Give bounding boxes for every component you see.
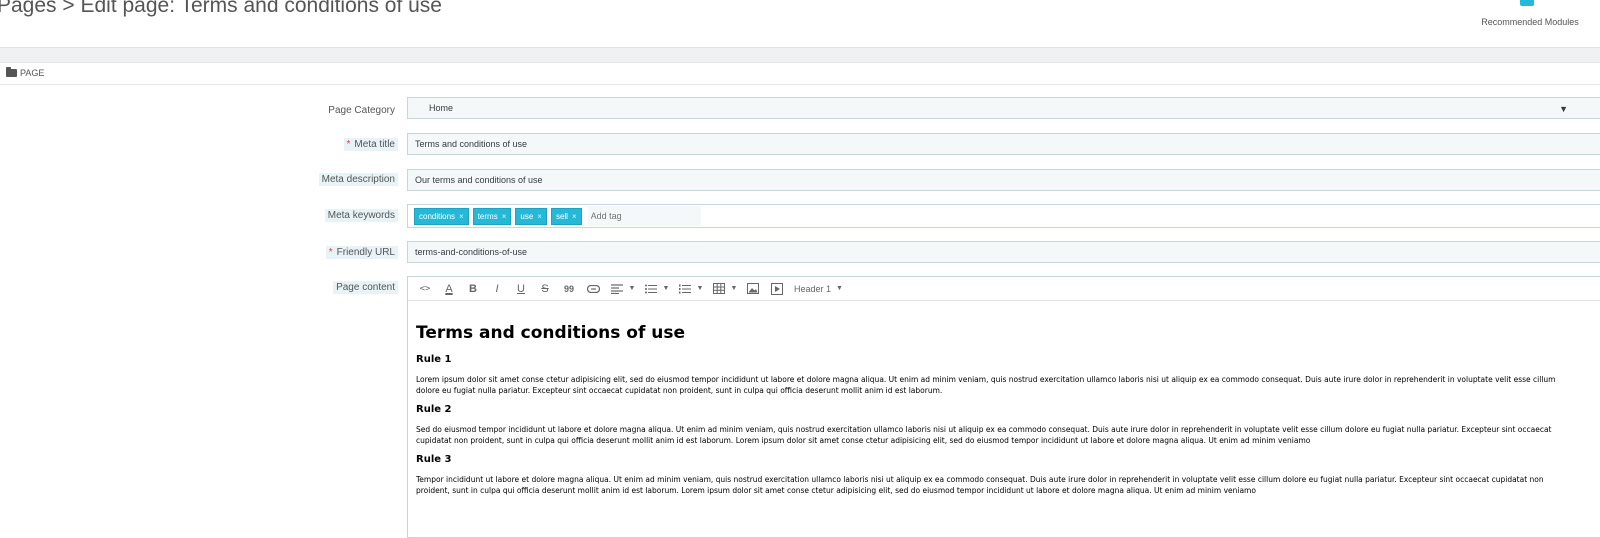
video-icon[interactable] (768, 280, 786, 298)
image-icon[interactable] (744, 280, 762, 298)
meta-description-input[interactable]: Our terms and conditions of use (407, 169, 1600, 191)
table-dropdown-icon[interactable]: ▼ (730, 280, 738, 298)
keyword-tag[interactable]: sell × (550, 207, 582, 225)
table-icon[interactable] (710, 280, 728, 298)
underline-icon[interactable]: U (512, 280, 530, 298)
numbered-list-dropdown-icon[interactable]: ▼ (696, 280, 704, 298)
folder-icon (6, 67, 17, 77)
puzzle-icon (1520, 0, 1534, 6)
link-icon[interactable] (584, 280, 602, 298)
keyword-tag-text: terms (477, 211, 498, 221)
rule-heading: Rule 2 (416, 404, 452, 415)
meta-title-label: * Meta title (343, 138, 398, 151)
keyword-tag[interactable]: conditions × (414, 207, 469, 225)
page-category-select[interactable]: Home ▼ (407, 97, 1600, 119)
panel-heading-label: PAGE (20, 68, 45, 78)
content-title: Terms and conditions of use (416, 323, 686, 343)
strikethrough-icon[interactable]: S (536, 280, 554, 298)
meta-title-value: Terms and conditions of use (415, 139, 528, 149)
meta-title-input[interactable]: Terms and conditions of use (407, 133, 1600, 155)
keyword-tag-text: conditions (419, 211, 456, 221)
friendly-url-value: terms-and-conditions-of-use (415, 247, 528, 257)
heading-select-value: Header 1 (794, 283, 832, 294)
page-content-label: Page content (333, 281, 398, 294)
meta-title-label-text: Meta title (354, 139, 395, 150)
required-marker: * (328, 247, 333, 258)
editor-toolbar: <> A B I U S 99 ▼ ▼ ▼ ▼ Header 1 ▼ (408, 277, 1600, 301)
chevron-down-icon: ▼ (1559, 104, 1568, 114)
remove-tag-icon[interactable]: × (459, 212, 464, 221)
meta-keywords-label: Meta keywords (324, 209, 398, 222)
align-dropdown-icon[interactable]: ▼ (628, 280, 636, 298)
panel-divider (0, 84, 1600, 85)
heading-select[interactable]: Header 1 ▼ (794, 280, 843, 298)
rule-text: Sed do eiusmod tempor incididunt ut labo… (416, 425, 1552, 445)
rule-heading: Rule 3 (416, 454, 452, 465)
font-color-icon[interactable]: A (440, 280, 458, 298)
friendly-url-label: * Friendly URL (325, 246, 398, 259)
meta-keywords-field[interactable]: conditions × terms × use × sell × (407, 204, 1600, 228)
align-icon[interactable] (608, 280, 626, 298)
add-tag-input[interactable] (590, 211, 691, 221)
rich-text-editor[interactable]: <> A B I U S 99 ▼ ▼ ▼ ▼ Header 1 ▼ Terms… (407, 276, 1600, 538)
friendly-url-input[interactable]: terms-and-conditions-of-use (407, 241, 1600, 263)
numbered-list-icon[interactable] (676, 280, 694, 298)
bullet-list-dropdown-icon[interactable]: ▼ (662, 280, 670, 298)
add-tag-wrap (587, 206, 701, 226)
meta-description-label: Meta description (318, 173, 398, 186)
required-marker: * (346, 139, 351, 150)
keyword-tag[interactable]: terms × (472, 207, 512, 225)
meta-description-value: Our terms and conditions of use (415, 175, 543, 185)
bullet-list-icon[interactable] (642, 280, 660, 298)
keyword-tag-text: use (520, 211, 534, 221)
page-category-value: Home (429, 103, 454, 113)
editor-content[interactable]: Terms and conditions of use Rule 1 Lorem… (408, 301, 1600, 496)
remove-tag-icon[interactable]: × (572, 212, 577, 221)
recommended-modules-label: Recommended Modules (1481, 17, 1579, 27)
italic-icon[interactable]: I (488, 280, 506, 298)
rule-text: Lorem ipsum dolor sit amet conse ctetur … (416, 375, 1556, 395)
toolbar-band (0, 47, 1600, 63)
keyword-tag[interactable]: use × (515, 207, 547, 225)
keyword-tag-text: sell (555, 211, 568, 221)
bold-icon[interactable]: B (464, 280, 482, 298)
friendly-url-label-text: Friendly URL (336, 247, 395, 258)
quote-icon[interactable]: 99 (560, 280, 578, 298)
rule-text: Tempor incididunt ut labore et dolore ma… (416, 475, 1544, 495)
remove-tag-icon[interactable]: × (502, 212, 507, 221)
page-title: Pages > Edit page: Terms and conditions … (0, 0, 442, 17)
page-category-label: Page Category (328, 105, 395, 116)
chevron-down-icon: ▼ (836, 285, 843, 292)
panel-heading: PAGE (6, 67, 45, 78)
rule-heading: Rule 1 (416, 354, 452, 365)
remove-tag-icon[interactable]: × (537, 212, 542, 221)
code-view-icon[interactable]: <> (416, 280, 434, 298)
